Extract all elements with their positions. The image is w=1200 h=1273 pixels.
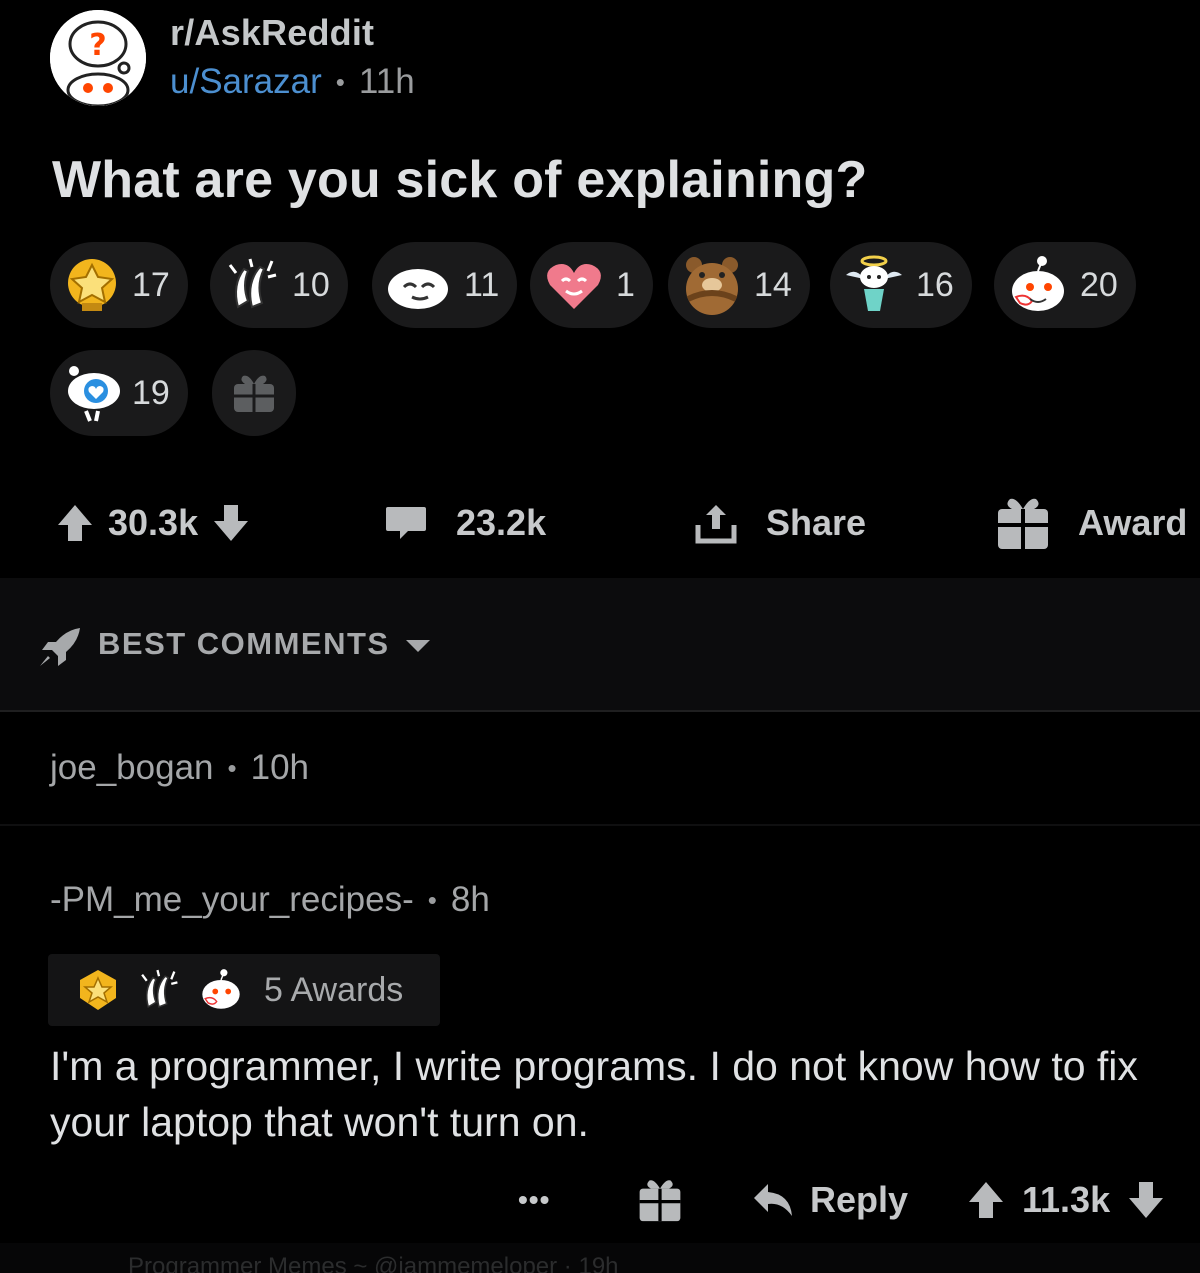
comment-award-button[interactable] (638, 1160, 682, 1240)
gold-trophy-award-icon (68, 259, 116, 311)
post-score: 30.3k (108, 502, 199, 543)
bear-hug-award-icon (686, 257, 738, 315)
comment-collapsed[interactable]: joe_bogan • 10h (0, 712, 1200, 826)
comment-vote-group: 11.3k (966, 1160, 1166, 1240)
clapping-hands-award-icon (141, 969, 178, 1009)
snoo-face-award-icon (388, 269, 448, 309)
award-count: 10 (292, 265, 330, 304)
post-title[interactable]: What are you sick of explaining? (52, 150, 867, 210)
share-label: Share (766, 502, 867, 543)
comment-body: I'm a programmer, I write programs. I do… (50, 1043, 1138, 1145)
downvote-arrow-icon[interactable] (212, 503, 250, 543)
heart-eyes-award-icon (547, 264, 601, 309)
sort-label: BEST COMMENTS (98, 626, 390, 661)
subreddit-avatar[interactable]: ? (50, 10, 146, 106)
award-pill[interactable]: 11 (372, 242, 518, 328)
award-count: 14 (754, 265, 792, 304)
award-pill[interactable]: 10 (210, 242, 348, 328)
comment-header: -PM_me_your_recipes- • 8h (50, 880, 490, 920)
give-award-button[interactable] (212, 350, 296, 436)
separator-dot: • (227, 752, 237, 783)
vote-group: 30.3k (56, 478, 250, 568)
gift-icon (234, 375, 274, 412)
comment-bubble-icon (386, 507, 426, 539)
comment-score: 11.3k (1022, 1179, 1111, 1220)
comment-age: 10h (250, 748, 310, 787)
svg-text:?: ? (89, 28, 106, 63)
award-count: 20 (1080, 265, 1118, 304)
heart-snoo-award-icon (68, 366, 120, 422)
next-post-peek[interactable]: Programmer Memes ~ @iammemeloper · 19h (0, 1243, 1200, 1273)
awards-count-label: 5 Awards (264, 970, 404, 1009)
next-post-header: Programmer Memes ~ @iammemeloper · 19h (128, 1253, 619, 1273)
award-count: 17 (132, 265, 170, 304)
award-pill[interactable]: 1 (530, 242, 653, 328)
wholesome-award-icon (1012, 256, 1064, 311)
comments-button[interactable]: 23.2k (384, 478, 546, 568)
award-count: 16 (916, 265, 954, 304)
reply-label: Reply (810, 1179, 909, 1220)
share-icon (695, 505, 737, 544)
comment-action-bar: ••• Reply 11.3k (0, 1160, 1200, 1240)
award-pill[interactable]: 16 (830, 242, 972, 328)
caret-down-icon (406, 640, 430, 652)
subreddit-name[interactable]: r/AskReddit (170, 12, 374, 54)
post-author-link[interactable]: u/Sarazar (170, 62, 322, 102)
award-pill[interactable]: 17 (50, 242, 188, 328)
comment-count: 23.2k (456, 502, 547, 543)
gift-icon (639, 1180, 681, 1222)
post-meta: u/Sarazar • 11h (170, 62, 415, 102)
award-label: Award (1078, 502, 1188, 543)
clapping-hands-award-icon (228, 258, 277, 309)
comment-header: joe_bogan • 10h (50, 748, 309, 788)
comment-awards[interactable]: 5 Awards (48, 954, 440, 1026)
comment-author[interactable]: -PM_me_your_recipes- (50, 880, 414, 920)
reply-button[interactable]: Reply (752, 1160, 908, 1240)
more-options-button[interactable]: ••• (518, 1160, 550, 1240)
award-pill[interactable]: 14 (668, 242, 810, 328)
post-action-bar: 30.3k 23.2k Share Award (0, 478, 1200, 568)
share-button[interactable]: Share (694, 478, 866, 568)
post-age: 11h (358, 62, 415, 101)
gold-star-award-icon (80, 970, 116, 1010)
award-pill[interactable]: 19 (50, 350, 188, 436)
gift-icon (998, 498, 1048, 549)
comment-age: 8h (450, 880, 490, 919)
separator-dot: • (427, 884, 437, 915)
comment-sort-bar[interactable]: BEST COMMENTS (0, 578, 1200, 712)
askreddit-snoo-icon: ? (50, 10, 146, 106)
rocket-icon (40, 628, 80, 666)
reply-arrow-icon (754, 1184, 792, 1216)
upvote-arrow-icon[interactable] (966, 1180, 1006, 1220)
award-pill[interactable]: 20 (994, 242, 1136, 328)
upvote-arrow-icon[interactable] (56, 503, 94, 543)
separator-dot: • (335, 66, 345, 97)
award-count: 1 (616, 265, 635, 304)
award-count: 11 (464, 265, 500, 304)
wholesome-award-icon (202, 969, 240, 1009)
downvote-arrow-icon[interactable] (1126, 1180, 1166, 1220)
award-count: 19 (132, 373, 170, 412)
angel-award-icon (846, 255, 902, 311)
award-button[interactable]: Award (996, 478, 1187, 568)
comment-author[interactable]: joe_bogan (50, 748, 214, 788)
